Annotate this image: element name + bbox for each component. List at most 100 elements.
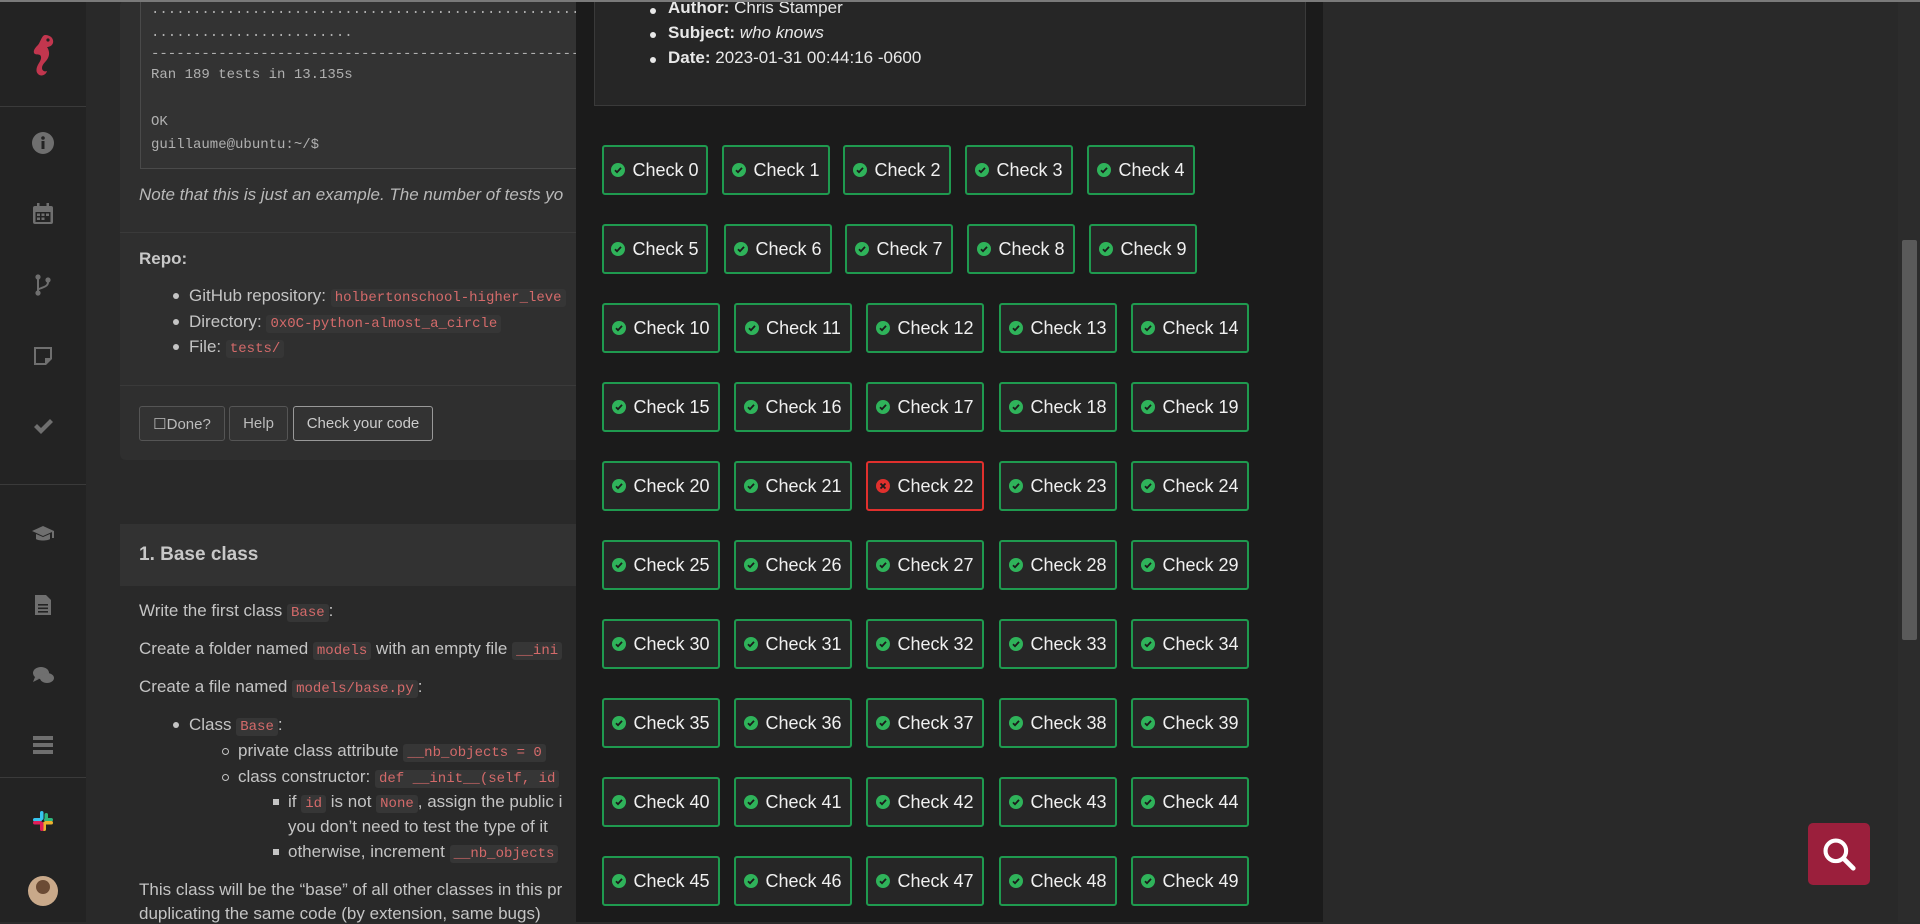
- check-label: Check 2: [874, 159, 941, 180]
- check-23-button[interactable]: Check 23: [999, 461, 1117, 511]
- sidebar: [0, 0, 87, 922]
- check-9-button[interactable]: Check 9: [1089, 224, 1197, 274]
- check-6-button[interactable]: Check 6: [724, 224, 832, 274]
- check-39-button[interactable]: Check 39: [1131, 698, 1249, 748]
- check-41-button[interactable]: Check 41: [734, 777, 852, 827]
- check-5-button[interactable]: Check 5: [602, 224, 708, 274]
- check-7-button[interactable]: Check 7: [845, 224, 953, 274]
- pass-check-icon: [1097, 163, 1112, 177]
- terminal-line: ........................: [151, 25, 353, 41]
- check-0-button[interactable]: Check 0: [602, 145, 708, 195]
- search-icon: [1823, 838, 1856, 871]
- check-11-button[interactable]: Check 11: [734, 303, 852, 353]
- avatar[interactable]: [0, 867, 86, 915]
- info-icon[interactable]: [0, 119, 86, 167]
- check-label: Check 38: [1030, 712, 1107, 733]
- document-icon[interactable]: [0, 581, 86, 629]
- check-42-button[interactable]: Check 42: [866, 777, 984, 827]
- check-36-button[interactable]: Check 36: [734, 698, 852, 748]
- check-17-button[interactable]: Check 17: [866, 382, 984, 432]
- terminal-line: ----------------------------------------…: [151, 46, 647, 62]
- check-21-button[interactable]: Check 21: [734, 461, 852, 511]
- check-2-button[interactable]: Check 2: [843, 145, 951, 195]
- pass-check-icon: [876, 874, 891, 888]
- scrollbar-thumb[interactable]: [1902, 240, 1917, 640]
- check-44-button[interactable]: Check 44: [1131, 777, 1249, 827]
- terminal-line: ........................................…: [151, 2, 639, 18]
- seahorse-logo-icon[interactable]: [0, 28, 86, 84]
- check-10-button[interactable]: Check 10: [602, 303, 720, 353]
- check-label: Check 46: [765, 870, 842, 891]
- check-your-code-button[interactable]: Check your code: [293, 406, 433, 441]
- top-edge: [0, 0, 1920, 2]
- check-33-button[interactable]: Check 33: [999, 619, 1117, 669]
- check-32-button[interactable]: Check 32: [866, 619, 984, 669]
- check-25-button[interactable]: Check 25: [602, 540, 720, 590]
- check-28-button[interactable]: Check 28: [999, 540, 1117, 590]
- pass-check-icon: [977, 242, 992, 256]
- check-14-button[interactable]: Check 14: [1131, 303, 1249, 353]
- pass-check-icon: [744, 637, 759, 651]
- check-49-button[interactable]: Check 49: [1131, 856, 1249, 906]
- pass-check-icon: [744, 716, 759, 730]
- check-13-button[interactable]: Check 13: [999, 303, 1117, 353]
- task-line: Create a file named models/base.py:: [139, 677, 423, 698]
- pass-check-icon: [1141, 716, 1156, 730]
- task-paragraph: This class will be the “base” of all oth…: [139, 880, 563, 899]
- note-icon[interactable]: [0, 332, 86, 380]
- text: Class: [189, 715, 232, 734]
- check-19-button[interactable]: Check 19: [1131, 382, 1249, 432]
- check-40-button[interactable]: Check 40: [602, 777, 720, 827]
- check-4-button[interactable]: Check 4: [1087, 145, 1195, 195]
- search-button[interactable]: [1808, 823, 1870, 885]
- check-label: Check 35: [633, 712, 710, 733]
- check-label: Check 18: [1030, 396, 1107, 417]
- check-31-button[interactable]: Check 31: [734, 619, 852, 669]
- checkmark-icon[interactable]: [0, 403, 86, 451]
- check-47-button[interactable]: Check 47: [866, 856, 984, 906]
- check-8-button[interactable]: Check 8: [967, 224, 1075, 274]
- pass-check-icon: [855, 242, 870, 256]
- check-18-button[interactable]: Check 18: [999, 382, 1117, 432]
- pass-check-icon: [744, 795, 759, 809]
- check-48-button[interactable]: Check 48: [999, 856, 1117, 906]
- done-button[interactable]: ☐Done?: [139, 406, 225, 441]
- check-3-button[interactable]: Check 3: [965, 145, 1073, 195]
- check-label: Check 17: [897, 396, 974, 417]
- check-1-button[interactable]: Check 1: [722, 145, 830, 195]
- pass-check-icon: [876, 558, 891, 572]
- check-24-button[interactable]: Check 24: [1131, 461, 1249, 511]
- check-34-button[interactable]: Check 34: [1131, 619, 1249, 669]
- check-35-button[interactable]: Check 35: [602, 698, 720, 748]
- check-22-button[interactable]: Check 22: [866, 461, 984, 511]
- check-46-button[interactable]: Check 46: [734, 856, 852, 906]
- help-button[interactable]: Help: [229, 406, 288, 441]
- check-12-button[interactable]: Check 12: [866, 303, 984, 353]
- check-20-button[interactable]: Check 20: [602, 461, 720, 511]
- check-label: Check 14: [1162, 317, 1239, 338]
- list-servers-icon[interactable]: [0, 721, 86, 769]
- slack-icon[interactable]: [0, 797, 86, 845]
- text: :: [417, 677, 423, 696]
- check-37-button[interactable]: Check 37: [866, 698, 984, 748]
- check-27-button[interactable]: Check 27: [866, 540, 984, 590]
- example-note: Note that this is just an example. The n…: [139, 185, 564, 204]
- check-26-button[interactable]: Check 26: [734, 540, 852, 590]
- pass-check-icon: [1141, 795, 1156, 809]
- check-38-button[interactable]: Check 38: [999, 698, 1117, 748]
- check-16-button[interactable]: Check 16: [734, 382, 852, 432]
- calendar-icon[interactable]: [0, 190, 86, 238]
- check-15-button[interactable]: Check 15: [602, 382, 720, 432]
- fail-x-icon: [876, 479, 891, 493]
- check-label: Check 37: [897, 712, 974, 733]
- graduation-cap-icon[interactable]: [0, 510, 86, 558]
- chat-icon[interactable]: [0, 652, 86, 700]
- git-branch-icon[interactable]: [0, 261, 86, 309]
- pass-check-icon: [732, 163, 747, 177]
- check-30-button[interactable]: Check 30: [602, 619, 720, 669]
- check-45-button[interactable]: Check 45: [602, 856, 720, 906]
- check-label: Check 0: [632, 159, 699, 180]
- code-inline: None: [376, 795, 418, 813]
- check-43-button[interactable]: Check 43: [999, 777, 1117, 827]
- check-29-button[interactable]: Check 29: [1131, 540, 1249, 590]
